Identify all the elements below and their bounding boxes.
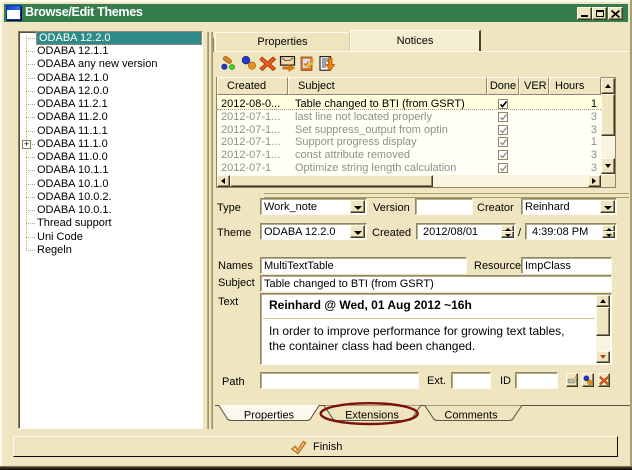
svg-text:Extensions: Extensions [345, 410, 399, 422]
svg-text:Properties: Properties [244, 410, 295, 422]
svg-text:Comments: Comments [444, 410, 498, 422]
